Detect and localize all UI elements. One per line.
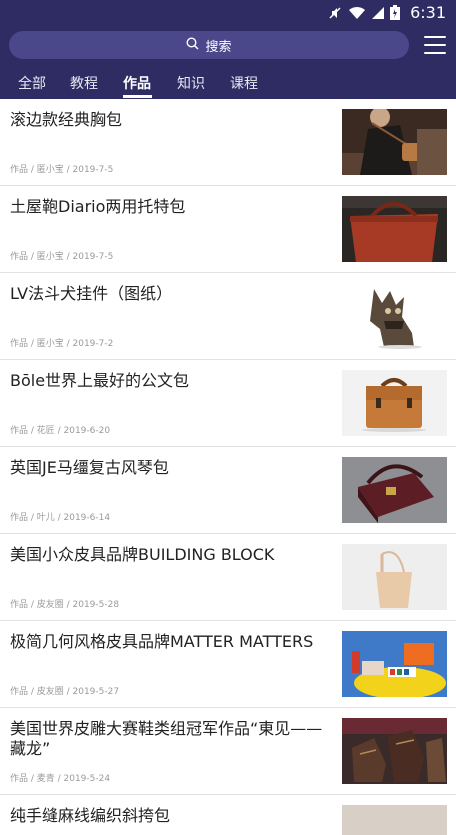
- item-title: 美国小众皮具品牌BUILDING BLOCK: [10, 545, 275, 564]
- item-thumbnail: [342, 196, 447, 262]
- item-thumbnail: [342, 805, 447, 835]
- item-meta: 作品 / 叶儿 / 2019-6-14: [10, 513, 111, 523]
- list-item[interactable]: LV法斗犬挂件（图纸） 作品 / 匿小宝 / 2019-7-2: [0, 273, 456, 360]
- list-item[interactable]: 美国世界皮雕大赛鞋类组冠军作品“東见——藏龙” 作品 / 麦青 / 2019-5…: [0, 708, 456, 795]
- search-label: 搜索: [205, 39, 232, 55]
- menu-icon[interactable]: [424, 36, 446, 54]
- item-thumbnail: [342, 457, 447, 523]
- item-title: 极简几何风格皮具品牌MATTER MATTERS: [10, 632, 314, 651]
- item-thumbnail: [342, 718, 447, 784]
- item-meta: 作品 / 匿小宝 / 2019-7-2: [10, 339, 114, 349]
- app-header: 6:31 搜索 全部 教程 作品 知识 课程: [0, 0, 456, 99]
- item-thumbnail: [342, 544, 447, 610]
- item-title: Bōle世界上最好的公文包: [10, 371, 190, 390]
- item-meta: 作品 / 皮友圈 / 2019-5-28: [10, 600, 120, 610]
- active-tab-indicator: [123, 95, 152, 98]
- list-item[interactable]: 土屋鞄Diario两用托特包 作品 / 匿小宝 / 2019-7-5: [0, 186, 456, 273]
- tab-all[interactable]: 全部: [18, 73, 46, 93]
- item-thumbnail: [342, 283, 447, 349]
- wifi-icon: [348, 6, 366, 20]
- tab-works[interactable]: 作品: [123, 73, 151, 93]
- item-meta: 作品 / 匿小宝 / 2019-7-5: [10, 165, 114, 175]
- mute-icon: [328, 6, 342, 20]
- item-title: 纯手缝麻线编织斜挎包: [10, 806, 171, 825]
- item-thumbnail: [342, 370, 447, 436]
- status-bar: 6:31: [0, 0, 456, 26]
- list-item[interactable]: 英国JE马缰复古风琴包 作品 / 叶儿 / 2019-6-14: [0, 447, 456, 534]
- tab-tutorials[interactable]: 教程: [70, 73, 98, 93]
- item-title: 土屋鞄Diario两用托特包: [10, 197, 186, 216]
- item-thumbnail: [342, 109, 447, 175]
- item-title: 英国JE马缰复古风琴包: [10, 458, 169, 477]
- list-item[interactable]: 滚边款经典胸包 作品 / 匿小宝 / 2019-7-5: [0, 99, 456, 186]
- list-item[interactable]: 极简几何风格皮具品牌MATTER MATTERS 作品 / 皮友圈 / 2019…: [0, 621, 456, 708]
- list-item[interactable]: Bōle世界上最好的公文包 作品 / 花匠 / 2019-6-20: [0, 360, 456, 447]
- item-meta: 作品 / 花匠 / 2019-6-20: [10, 426, 111, 436]
- signal-icon: [372, 6, 385, 20]
- clock: 6:31: [410, 3, 446, 22]
- search-bar[interactable]: 搜索: [9, 31, 409, 59]
- item-title: 滚边款经典胸包: [10, 110, 123, 129]
- category-tabs: 全部 教程 作品 知识 课程: [0, 66, 456, 99]
- list-item[interactable]: 纯手缝麻线编织斜挎包: [0, 795, 456, 835]
- search-icon: [186, 36, 200, 54]
- item-meta: 作品 / 匿小宝 / 2019-7-5: [10, 252, 114, 262]
- article-list: 滚边款经典胸包 作品 / 匿小宝 / 2019-7-5 土屋鞄Diario两用托…: [0, 99, 456, 835]
- item-thumbnail: [342, 631, 447, 697]
- list-item[interactable]: 美国小众皮具品牌BUILDING BLOCK 作品 / 皮友圈 / 2019-5…: [0, 534, 456, 621]
- item-title: 美国世界皮雕大赛鞋类组冠军作品“東见——藏龙”: [10, 719, 323, 758]
- tab-courses[interactable]: 课程: [230, 73, 258, 93]
- item-meta: 作品 / 皮友圈 / 2019-5-27: [10, 687, 120, 697]
- tab-knowledge[interactable]: 知识: [177, 73, 205, 93]
- item-meta: 作品 / 麦青 / 2019-5-24: [10, 774, 111, 784]
- battery-icon: [390, 5, 401, 20]
- item-title: LV法斗犬挂件（图纸）: [10, 284, 173, 303]
